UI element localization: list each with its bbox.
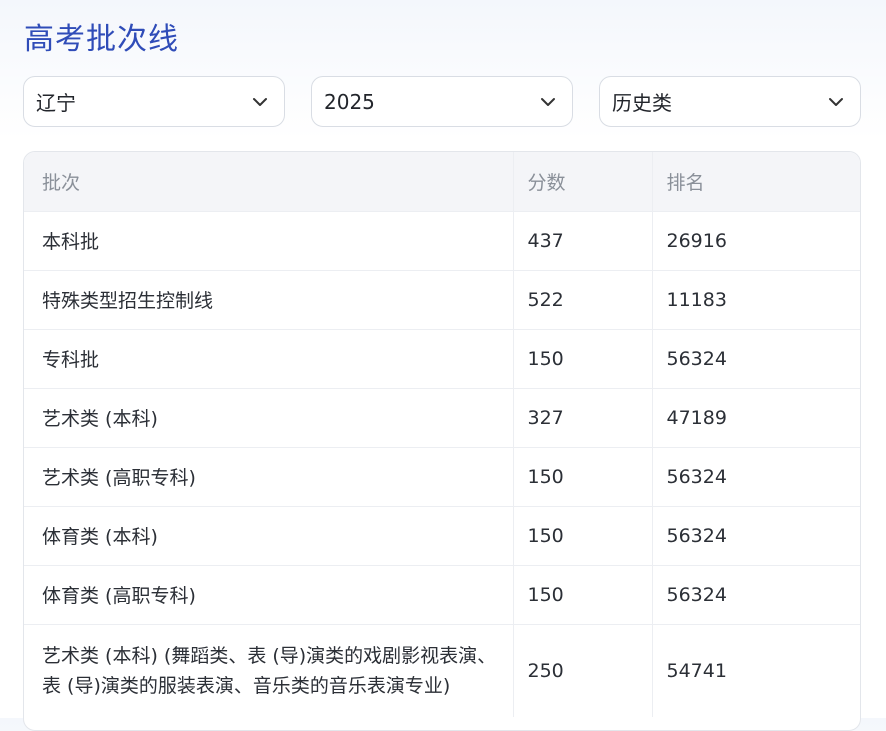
header-score: 分数 bbox=[512, 152, 652, 211]
batch-cell: 艺术类 (本科) (舞蹈类、表 (导)演类的戏剧影视表演、表 (导)演类的服装表… bbox=[24, 623, 513, 717]
score-cell: 522 bbox=[512, 269, 652, 329]
score-cell: 250 bbox=[512, 623, 652, 717]
table-row: 艺术类 (高职专科) 150 56324 bbox=[24, 446, 860, 506]
score-cell: 327 bbox=[512, 387, 652, 447]
table-row: 特殊类型招生控制线 522 11183 bbox=[24, 269, 860, 329]
table-row: 专科批 150 56324 bbox=[24, 328, 860, 388]
rank-cell: 11183 bbox=[651, 269, 860, 329]
table-row: 体育类 (高职专科) 150 56324 bbox=[24, 564, 860, 624]
chevron-down-icon bbox=[250, 92, 270, 112]
table-header-row: 批次 分数 排名 bbox=[24, 152, 860, 211]
batch-cell: 艺术类 (本科) bbox=[24, 387, 513, 447]
batch-cell: 体育类 (高职专科) bbox=[24, 564, 513, 624]
chevron-down-icon bbox=[538, 92, 558, 112]
batch-cell: 体育类 (本科) bbox=[24, 505, 513, 565]
province-value: 辽宁 bbox=[36, 91, 76, 115]
year-value: 2025 bbox=[324, 89, 375, 114]
rank-cell: 54741 bbox=[651, 623, 860, 717]
rank-cell: 56324 bbox=[651, 328, 860, 388]
batch-cell: 专科批 bbox=[24, 328, 513, 388]
batch-cell: 本科批 bbox=[24, 210, 513, 270]
header-rank: 排名 bbox=[651, 152, 860, 211]
province-select[interactable]: 辽宁 bbox=[23, 76, 285, 127]
page-title: 高考批次线 bbox=[24, 22, 179, 57]
score-cell: 437 bbox=[512, 210, 652, 270]
table-row: 艺术类 (本科) 327 47189 bbox=[24, 387, 860, 447]
header-batch: 批次 bbox=[24, 152, 513, 211]
table-row: 体育类 (本科) 150 56324 bbox=[24, 505, 860, 565]
batch-cell: 艺术类 (高职专科) bbox=[24, 446, 513, 506]
score-cell: 150 bbox=[512, 505, 652, 565]
score-cell: 150 bbox=[512, 328, 652, 388]
score-cell: 150 bbox=[512, 446, 652, 506]
batch-cell: 特殊类型招生控制线 bbox=[24, 269, 513, 329]
rank-cell: 56324 bbox=[651, 564, 860, 624]
subject-type-value: 历史类 bbox=[612, 91, 672, 115]
batch-score-table: 批次 分数 排名 本科批 437 26916 特殊类型招生控制线 522 111… bbox=[23, 151, 861, 731]
score-cell: 150 bbox=[512, 564, 652, 624]
year-select[interactable]: 2025 bbox=[311, 76, 573, 127]
batch-cell-text: 艺术类 (本科) (舞蹈类、表 (导)演类的戏剧影视表演、表 (导)演类的服装表… bbox=[42, 644, 497, 697]
subject-type-select[interactable]: 历史类 bbox=[599, 76, 861, 127]
table-row: 本科批 437 26916 bbox=[24, 210, 860, 270]
chevron-down-icon bbox=[826, 92, 846, 112]
rank-cell: 56324 bbox=[651, 446, 860, 506]
rank-cell: 26916 bbox=[651, 210, 860, 270]
table-row: 艺术类 (本科) (舞蹈类、表 (导)演类的戏剧影视表演、表 (导)演类的服装表… bbox=[24, 623, 860, 717]
rank-cell: 56324 bbox=[651, 505, 860, 565]
rank-cell: 47189 bbox=[651, 387, 860, 447]
